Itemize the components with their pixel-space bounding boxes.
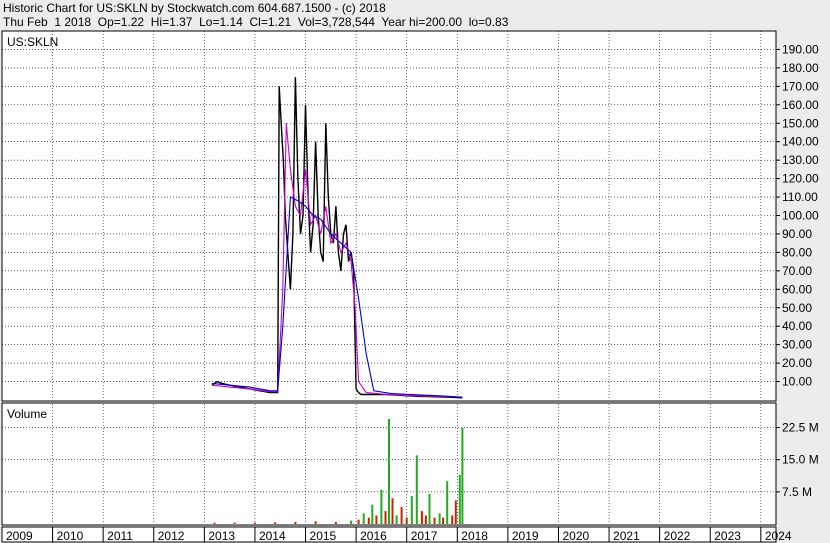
volume-bar xyxy=(446,481,449,524)
x-tick-label: 2016 xyxy=(360,529,387,543)
volume-bar xyxy=(415,455,418,524)
volume-bar xyxy=(391,498,394,524)
volume-bar xyxy=(350,520,353,524)
volume-bar xyxy=(371,504,374,524)
price-y-tick-label: 100.00 xyxy=(782,209,819,223)
volume-panel-label: Volume xyxy=(7,407,47,421)
volume-bar xyxy=(410,496,413,524)
volume-bar xyxy=(384,511,387,524)
price-y-tick-label: 110.00 xyxy=(782,190,818,204)
volume-bar xyxy=(213,522,216,524)
price-y-tick-label: 190.00 xyxy=(782,42,819,56)
volume-bar xyxy=(395,515,398,524)
x-tick-label: 2014 xyxy=(259,529,286,543)
x-tick-label: 2022 xyxy=(664,529,691,543)
volume-bar xyxy=(451,515,454,524)
price-y-tick-label: 10.00 xyxy=(782,375,812,389)
volume-y-tick-label: 15.0 M xyxy=(782,453,819,467)
volume-bar xyxy=(357,519,360,524)
price-y-tick-label: 170.00 xyxy=(782,79,819,93)
volume-y-tick-label: 22.5 M xyxy=(782,421,819,435)
x-tick-label: 2010 xyxy=(57,529,84,543)
volume-bar xyxy=(274,522,277,524)
price-y-tick-label: 90.00 xyxy=(782,227,812,241)
price-y-tick-label: 130.00 xyxy=(782,153,819,167)
volume-bar xyxy=(454,500,457,524)
volume-y-ticks: 7.5 M 15.0 M 22.5 M xyxy=(776,421,819,499)
volume-bar xyxy=(380,489,383,524)
volume-bar xyxy=(294,521,297,524)
x-tick-label: 2020 xyxy=(562,529,589,543)
x-tick-label: 2009 xyxy=(6,529,33,543)
volume-bar xyxy=(233,522,236,524)
volume-bar xyxy=(458,474,461,524)
price-y-tick-label: 40.00 xyxy=(782,319,812,333)
price-y-tick-label: 60.00 xyxy=(782,282,812,296)
price-y-tick-label: 180.00 xyxy=(782,61,819,75)
price-y-ticks: 10.00 20.00 30.00 40.00 50.00 60.00 70.00 80.00… xyxy=(776,42,819,389)
price-y-tick-label: 50.00 xyxy=(782,301,812,315)
volume-bar xyxy=(420,511,423,524)
volume-bar xyxy=(424,515,427,524)
volume-bar xyxy=(428,494,431,524)
x-tick-label: 2012 xyxy=(158,529,185,543)
volume-bar xyxy=(334,521,337,524)
volume-bar xyxy=(367,517,370,524)
price-panel-label: US:SKLN xyxy=(7,35,58,49)
x-tick-label: 2017 xyxy=(411,529,438,543)
volume-bar xyxy=(433,517,436,524)
x-tick-label: 2023 xyxy=(714,529,741,543)
volume-bar xyxy=(375,515,378,524)
volume-bar xyxy=(388,419,390,524)
volume-bar xyxy=(438,513,441,524)
price-y-tick-label: 80.00 xyxy=(782,245,812,259)
price-y-tick-label: 160.00 xyxy=(782,98,819,112)
volume-bar xyxy=(442,517,445,524)
x-tick-label: 2011 xyxy=(107,529,133,543)
historic-chart: US:SKLN Volume 10.00 20.00 30.00 40.00 50.00… xyxy=(1,30,819,543)
x-tick-label: 2021 xyxy=(613,529,640,543)
volume-bar xyxy=(461,427,464,524)
x-tick-label: 2013 xyxy=(208,529,235,543)
volume-bar xyxy=(314,521,317,524)
x-tick-label: 2018 xyxy=(461,529,488,543)
x-tick-label: 2024 xyxy=(765,529,792,543)
volume-bar xyxy=(253,522,256,524)
x-tick-label: 2019 xyxy=(512,529,539,543)
price-y-tick-label: 30.00 xyxy=(782,338,812,352)
volume-bar xyxy=(405,517,408,524)
volume-bar xyxy=(400,506,403,524)
price-y-tick-label: 150.00 xyxy=(782,116,819,130)
price-y-tick-label: 140.00 xyxy=(782,135,819,149)
price-y-tick-label: 120.00 xyxy=(782,172,819,186)
volume-bar xyxy=(362,513,365,524)
volume-y-tick-label: 7.5 M xyxy=(782,485,812,499)
price-y-tick-label: 70.00 xyxy=(782,264,812,278)
price-y-tick-label: 20.00 xyxy=(782,356,812,370)
x-tick-label: 2015 xyxy=(310,529,337,543)
